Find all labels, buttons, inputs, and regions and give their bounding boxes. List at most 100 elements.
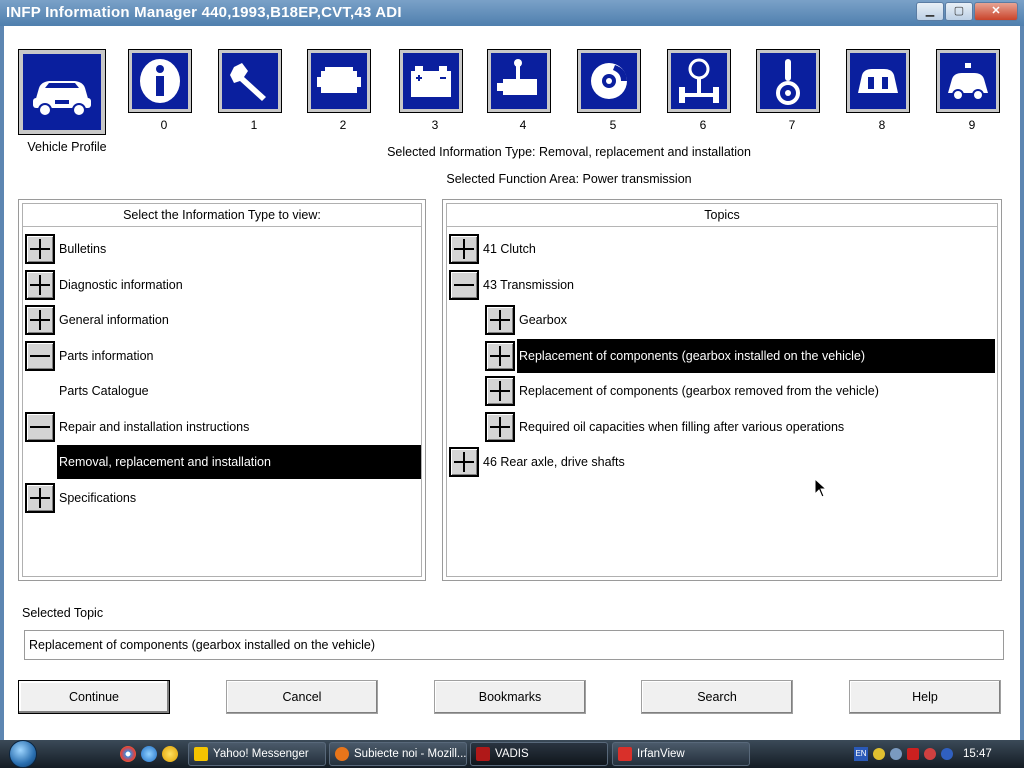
continue-button[interactable]: Continue	[18, 680, 170, 714]
tree-item-specifications[interactable]: Specifications	[57, 481, 423, 515]
tray-messenger-icon[interactable]	[873, 748, 885, 760]
task-yahoo-messenger[interactable]: Yahoo! Messenger	[188, 742, 326, 766]
electrical-number: 3	[431, 118, 439, 132]
vehicle-profile-button[interactable]	[18, 49, 106, 135]
task-label: Subiecte noi - Mozill...	[354, 748, 467, 760]
messenger-quicklaunch-icon[interactable]	[162, 746, 178, 762]
language-indicator[interactable]: EN	[854, 747, 868, 761]
info-type-header: Select the Information Type to view:	[23, 204, 421, 227]
wrench-icon	[230, 63, 266, 101]
info-type-panel: Select the Information Type to view: Bul…	[18, 199, 426, 581]
taskbar: Yahoo! Messenger Subiecte noi - Mozill..…	[0, 740, 1024, 768]
expand-rear-axle-button[interactable]	[449, 447, 479, 477]
topic-gearbox[interactable]: Gearbox	[517, 303, 989, 337]
info-number: 0	[160, 118, 168, 132]
climate-button[interactable]	[756, 49, 820, 113]
steering-button[interactable]	[667, 49, 731, 113]
engine-button[interactable]	[307, 49, 371, 113]
battery-icon	[411, 66, 451, 97]
topics-tree: Topics 41 Clutch 43 Transmission Gearbox…	[446, 203, 998, 577]
tree-item-bulletins[interactable]: Bulletins	[57, 232, 423, 266]
start-button[interactable]	[4, 740, 42, 768]
vadis-icon	[476, 747, 490, 761]
tray-network-icon[interactable]	[890, 748, 902, 760]
window-controls: ▁ ▢ ✕	[916, 2, 1018, 21]
special-button[interactable]	[936, 49, 1000, 113]
system-tray: EN 15:47	[848, 740, 1024, 768]
expand-diagnostic-button[interactable]	[25, 270, 55, 300]
brakes-number: 5	[609, 118, 617, 132]
task-label: IrfanView	[637, 748, 685, 760]
engine-number: 2	[339, 118, 347, 132]
expand-general-button[interactable]	[25, 305, 55, 335]
expand-replacement-installed-button[interactable]	[485, 341, 515, 371]
info-icon	[140, 59, 180, 103]
gearbox-icon	[497, 59, 537, 95]
selected-topic-field[interactable]: Replacement of components (gearbox insta…	[24, 630, 1004, 660]
electrical-button[interactable]	[399, 49, 463, 113]
minimize-button[interactable]: ▁	[916, 2, 944, 21]
irfanview-icon	[618, 747, 632, 761]
tree-item-parts-information[interactable]: Parts information	[57, 339, 423, 373]
body-button[interactable]	[846, 49, 910, 113]
collapse-repair-button[interactable]	[25, 412, 55, 442]
steering-number: 6	[699, 118, 707, 132]
task-label: VADIS	[495, 748, 529, 760]
thermometer-fan-icon	[776, 59, 800, 105]
topic-rear-axle[interactable]: 46 Rear axle, drive shafts	[481, 445, 983, 479]
topic-replacement-installed[interactable]: Replacement of components (gearbox insta…	[517, 339, 995, 373]
topic-replacement-removed[interactable]: Replacement of components (gearbox remov…	[517, 374, 989, 408]
tree-item-diagnostic-information[interactable]: Diagnostic information	[57, 268, 423, 302]
collapse-parts-button[interactable]	[25, 341, 55, 371]
close-button[interactable]: ✕	[974, 2, 1018, 21]
internet-explorer-icon[interactable]	[141, 746, 157, 762]
expand-replacement-removed-button[interactable]	[485, 376, 515, 406]
collapse-transmission-button[interactable]	[449, 270, 479, 300]
tray-volume-icon[interactable]	[941, 748, 953, 760]
steering-suspension-icon	[679, 58, 719, 103]
vehicle-profile-label: Vehicle Profile	[27, 140, 107, 154]
task-vadis[interactable]: VADIS	[470, 742, 608, 766]
maximize-button[interactable]: ▢	[945, 2, 973, 21]
police-car-icon	[948, 63, 988, 101]
tray-security-icon[interactable]	[924, 748, 936, 760]
brakes-button[interactable]	[577, 49, 641, 113]
task-irfanview[interactable]: IrfanView	[612, 742, 750, 766]
tree-item-repair-installation[interactable]: Repair and installation instructions	[57, 410, 423, 444]
selected-function-area: Selected Function Area: Power transmissi…	[446, 172, 692, 186]
transmission-number: 4	[519, 118, 527, 132]
expand-clutch-button[interactable]	[449, 234, 479, 264]
task-firefox[interactable]: Subiecte noi - Mozill...	[329, 742, 467, 766]
topic-transmission[interactable]: 43 Transmission	[481, 268, 983, 302]
brake-disc-icon	[591, 63, 627, 99]
tools-button[interactable]	[218, 49, 282, 113]
tools-number: 1	[250, 118, 258, 132]
expand-bulletins-button[interactable]	[25, 234, 55, 264]
topic-oil-capacities[interactable]: Required oil capacities when filling aft…	[517, 410, 989, 444]
expand-specifications-button[interactable]	[25, 483, 55, 513]
topic-clutch[interactable]: 41 Clutch	[481, 232, 983, 266]
help-button[interactable]: Help	[849, 680, 1001, 714]
chrome-icon[interactable]	[120, 746, 136, 762]
tree-item-removal-replacement[interactable]: Removal, replacement and installation	[57, 445, 421, 479]
firefox-icon	[335, 747, 349, 761]
main-window: Vehicle Profile 0 1 2 3 4 5 6 7 8 9 Sele…	[0, 26, 1024, 740]
tray-ati-icon[interactable]	[907, 748, 919, 760]
tree-item-general-information[interactable]: General information	[57, 303, 423, 337]
transmission-button[interactable]	[487, 49, 551, 113]
expand-oil-capacities-button[interactable]	[485, 412, 515, 442]
expand-gearbox-button[interactable]	[485, 305, 515, 335]
yahoo-messenger-icon	[194, 747, 208, 761]
car-interior-icon	[858, 69, 898, 93]
topics-header: Topics	[447, 204, 997, 227]
tree-item-parts-catalogue[interactable]: Parts Catalogue	[57, 374, 423, 408]
search-button[interactable]: Search	[641, 680, 793, 714]
info-button[interactable]	[128, 49, 192, 113]
selected-info-type: Selected Information Type: Removal, repl…	[387, 145, 751, 159]
bookmarks-button[interactable]: Bookmarks	[434, 680, 586, 714]
clock[interactable]: 15:47	[963, 748, 992, 760]
climate-number: 7	[788, 118, 796, 132]
engine-icon	[317, 67, 361, 93]
selected-topic-label: Selected Topic	[22, 606, 104, 620]
cancel-button[interactable]: Cancel	[226, 680, 378, 714]
